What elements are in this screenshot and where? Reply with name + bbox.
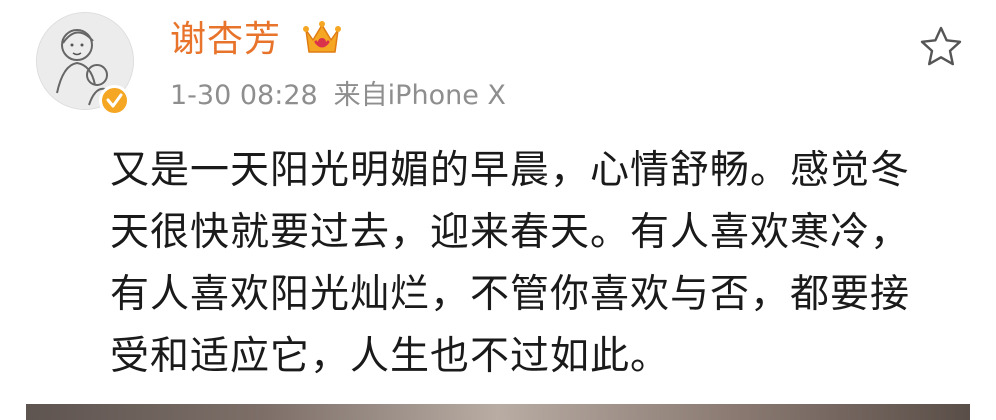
post-image-preview[interactable] bbox=[26, 404, 970, 420]
post-body-line: 有人喜欢阳光灿烂，不管你喜欢与否，都要接 bbox=[110, 272, 911, 317]
author-name[interactable]: 谢杏芳 bbox=[170, 18, 281, 62]
post-body-line: 又是一天阳光明媚的早晨，心情舒畅。感觉冬 bbox=[110, 148, 911, 193]
post-source: 来自iPhone X bbox=[333, 80, 506, 111]
post-timestamp: 1-30 08:28 bbox=[170, 80, 318, 111]
post-body-line: 受和适应它，人生也不过如此。 bbox=[110, 334, 671, 379]
post-body-line: 天很快就要过去，迎来春天。有人喜欢寒冷， bbox=[110, 210, 911, 255]
star-icon[interactable] bbox=[918, 24, 964, 70]
post-meta: 1-30 08:28 来自iPhone X bbox=[170, 78, 506, 114]
post-body: 又是一天阳光明媚的早晨，心情舒畅。感觉冬 天很快就要过去，迎来春天。有人喜欢寒冷… bbox=[110, 140, 940, 388]
verified-badge-icon bbox=[99, 85, 130, 116]
weibo-post: 谢杏芳 1-30 08:28 来自iPhone X 又是一天阳光明媚的早晨，心情舒… bbox=[0, 0, 996, 420]
vip-crown-icon bbox=[302, 20, 342, 58]
